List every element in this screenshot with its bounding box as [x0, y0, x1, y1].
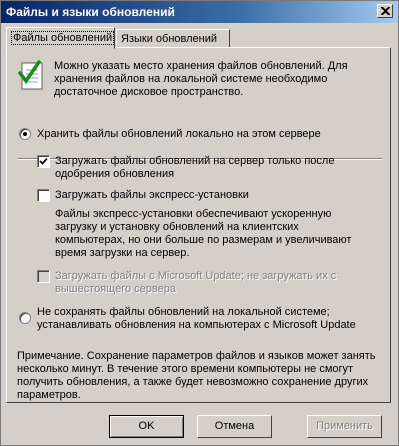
close-button[interactable] — [377, 4, 393, 18]
no-store-label[interactable]: устанавливать обновления на компьютерах … — [37, 319, 356, 332]
tab-panel: Можно указать место хранения файлов обно… — [6, 47, 391, 403]
tab-update-files[interactable]: Файлы обновлений — [6, 27, 115, 49]
store-local-radio[interactable] — [19, 128, 31, 140]
download-from-microsoft-update-label: Загружать файлы с Microsoft Update; не з… — [55, 270, 337, 282]
tab-label: Файлы обновлений — [11, 31, 115, 45]
tab-label: Языки обновлений — [121, 33, 218, 45]
cancel-button[interactable]: Отмена — [197, 415, 272, 438]
express-description-line: Файлы экспресс-установки обеспечивают ус… — [55, 208, 332, 220]
download-after-approval-label[interactable]: Загружать файлы обновлений на сервер тол… — [55, 155, 334, 168]
info-line: Можно указать место хранения файлов обно… — [54, 60, 348, 72]
title-bar[interactable]: Файлы и языки обновлений — [1, 1, 398, 23]
no-store-label[interactable]: Не сохранять файлы обновлений на локальн… — [37, 306, 330, 319]
note-line: несколько минут. В течение этого времени… — [17, 363, 354, 375]
download-from-microsoft-update-checkbox — [37, 270, 50, 283]
note-line: получить обновления, а также будет невоз… — [17, 376, 369, 388]
close-icon — [381, 7, 390, 15]
info-line: хранения файлов на локальной системе нео… — [54, 73, 328, 85]
express-description-line: время загрузки на сервер. — [55, 247, 190, 259]
no-store-radio[interactable] — [19, 312, 31, 324]
check-mark-icon — [39, 157, 48, 165]
store-local-label[interactable]: Хранить файлы обновлений локально на это… — [37, 128, 321, 141]
download-from-microsoft-update-label: вышестоящего сервера — [55, 283, 176, 295]
express-description-line: компьютерах, но они больше по размерам и… — [55, 234, 352, 246]
download-express-checkbox[interactable] — [37, 189, 50, 202]
download-after-approval-label[interactable]: одобрения обновления — [55, 168, 174, 181]
note-line: параметров. — [17, 389, 81, 401]
express-description-line: загрузку и установку обновлений на клиен… — [55, 221, 299, 233]
notepad-check-icon — [18, 60, 43, 90]
download-after-approval-checkbox[interactable] — [37, 155, 50, 168]
info-line: достаточное дисковое пространство. — [54, 86, 244, 98]
apply-button: Применить — [307, 415, 382, 438]
download-express-label[interactable]: Загружать файлы экспресс-установки — [55, 189, 249, 202]
note-line: Примечание. Сохранение параметров файлов… — [17, 350, 376, 362]
ok-button[interactable]: OK — [109, 415, 184, 438]
dialog-window: Файлы и языки обновлений Файлы обновлени… — [0, 0, 399, 446]
window-title: Файлы и языки обновлений — [6, 5, 175, 19]
tab-update-languages[interactable]: Языки обновлений — [116, 29, 230, 49]
